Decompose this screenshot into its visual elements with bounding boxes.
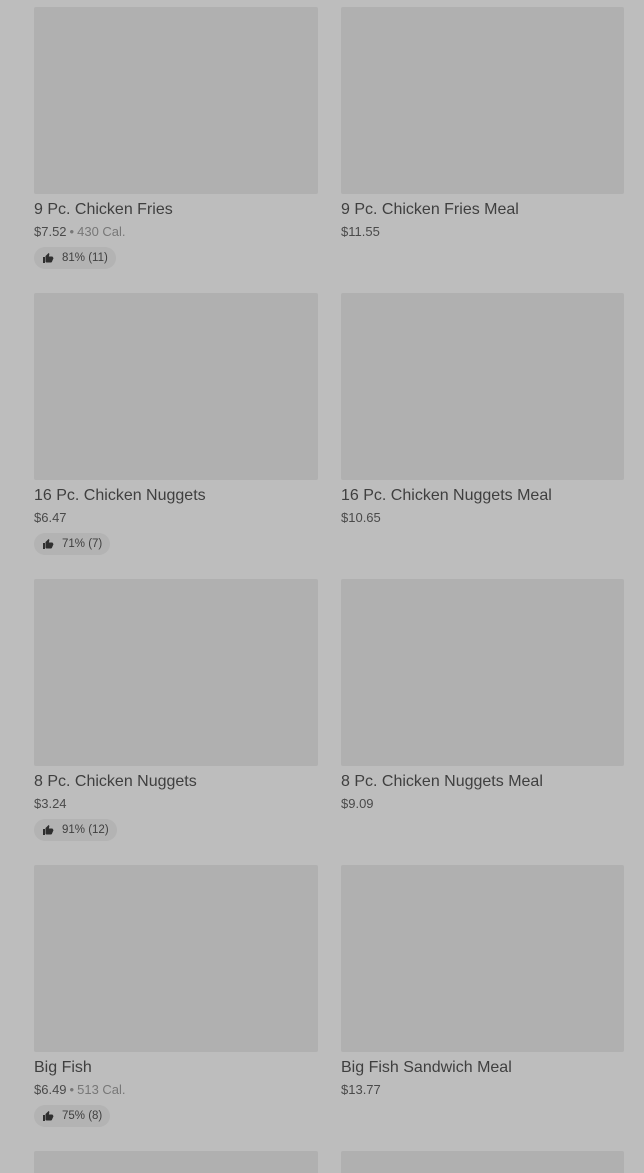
menu-item-image-partial[interactable] [341, 1151, 624, 1173]
menu-item-card[interactable]: Big Fish $6.49 • 513 Cal. 75% (8) [34, 865, 318, 1127]
menu-item-image [341, 293, 624, 480]
menu-item-meta: $9.09 [341, 794, 624, 814]
rating-text: 75% (8) [62, 1110, 103, 1122]
menu-item-card[interactable]: 8 Pc. Chicken Nuggets Meal $9.09 [341, 579, 624, 814]
menu-item-card[interactable]: 9 Pc. Chicken Fries Meal $11.55 [341, 7, 624, 242]
menu-item-card[interactable]: Big Fish Sandwich Meal $13.77 [341, 865, 624, 1100]
menu-item-meta: $3.24 [34, 794, 318, 814]
thumbs-up-icon [43, 539, 54, 549]
menu-item-name: 16 Pc. Chicken Nuggets Meal [341, 487, 552, 504]
menu-item-meta: $6.47 [34, 508, 318, 528]
menu-item-meta: $7.52 • 430 Cal. [34, 222, 318, 242]
menu-item-image-partial[interactable] [34, 1151, 318, 1173]
menu-item-price: $11.55 [341, 224, 380, 239]
menu-item-name: 16 Pc. Chicken Nuggets [34, 487, 206, 504]
menu-item-name: Big Fish [34, 1059, 92, 1076]
menu-item-meta: $6.49 • 513 Cal. [34, 1080, 318, 1100]
menu-item-image [341, 865, 624, 1052]
menu-item-calories: 430 Cal. [77, 224, 126, 239]
menu-item-image [341, 7, 624, 194]
menu-item-image [341, 579, 624, 766]
thumbs-up-icon [43, 825, 54, 835]
menu-item-price: $3.24 [34, 796, 67, 811]
menu-item-meta: $10.65 [341, 508, 624, 528]
thumbs-up-icon [43, 253, 54, 263]
rating-badge: 81% (11) [34, 247, 116, 269]
rating-badge: 75% (8) [34, 1105, 111, 1127]
rating-text: 81% (11) [62, 252, 108, 264]
menu-item-price: $10.65 [341, 510, 381, 525]
menu-item-image [34, 865, 318, 1052]
menu-item-name: 9 Pc. Chicken Fries [34, 201, 173, 218]
menu-item-calories: 513 Cal. [77, 1082, 126, 1097]
menu-item-meta: $11.55 [341, 222, 624, 242]
menu-item-card[interactable]: 16 Pc. Chicken Nuggets $6.47 71% (7) [34, 293, 318, 555]
thumbs-up-icon [43, 1111, 54, 1121]
rating-badge: 91% (12) [34, 819, 117, 841]
menu-item-meta: $13.77 [341, 1080, 624, 1100]
menu-item-card[interactable]: 16 Pc. Chicken Nuggets Meal $10.65 [341, 293, 624, 528]
separator-dot: • [69, 224, 75, 239]
menu-item-name: Big Fish Sandwich Meal [341, 1059, 512, 1076]
menu-item-name: 9 Pc. Chicken Fries Meal [341, 201, 519, 218]
menu-item-image [34, 7, 318, 194]
rating-badge: 71% (7) [34, 533, 111, 555]
menu-item-price: $13.77 [341, 1082, 381, 1097]
menu-item-card[interactable]: 8 Pc. Chicken Nuggets $3.24 91% (12) [34, 579, 318, 841]
rating-text: 91% (12) [62, 824, 109, 836]
menu-item-price: $6.47 [34, 510, 67, 525]
menu-item-price: $9.09 [341, 796, 374, 811]
menu-item-grid: 9 Pc. Chicken Fries $7.52 • 430 Cal. 81% (… [0, 0, 644, 1173]
menu-item-price: $7.52 [34, 224, 67, 239]
rating-text: 71% (7) [62, 538, 103, 550]
menu-item-image [34, 293, 318, 480]
menu-item-name: 8 Pc. Chicken Nuggets Meal [341, 773, 543, 790]
menu-item-price: $6.49 [34, 1082, 67, 1097]
menu-item-name: 8 Pc. Chicken Nuggets [34, 773, 197, 790]
menu-item-image [34, 579, 318, 766]
separator-dot: • [69, 1082, 75, 1097]
menu-item-card[interactable]: 9 Pc. Chicken Fries $7.52 • 430 Cal. 81% (… [34, 7, 318, 269]
